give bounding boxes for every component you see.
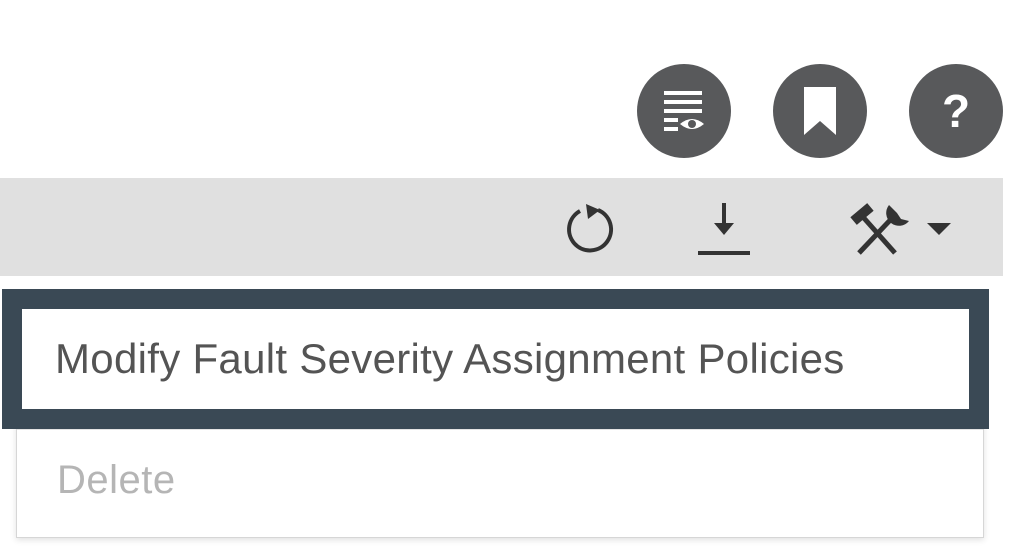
menu-item-delete[interactable]: Delete — [17, 429, 983, 538]
download-icon — [698, 203, 750, 255]
refresh-icon — [567, 204, 613, 253]
list-view-icon — [664, 91, 704, 131]
menu-item-label: Delete — [57, 458, 176, 502]
download-button[interactable] — [688, 178, 760, 276]
menu-item-label: Modify Fault Severity Assignment Policie… — [55, 335, 845, 382]
table-toolbar — [0, 178, 1003, 276]
tools-icon — [850, 203, 909, 255]
view-options-button[interactable] — [637, 64, 731, 158]
highlight-callout: Modify Fault Severity Assignment Policie… — [2, 289, 989, 429]
refresh-button[interactable] — [552, 178, 624, 276]
bookmark-icon — [804, 87, 836, 135]
chevron-down-icon — [927, 223, 951, 235]
menu-item-modify-policies[interactable]: Modify Fault Severity Assignment Policie… — [22, 309, 969, 409]
help-icon: ? — [941, 85, 971, 137]
help-button[interactable]: ? — [909, 64, 1003, 158]
screen: ? Delete Modify Fault Severity Assignmen… — [0, 0, 1024, 552]
bookmark-button[interactable] — [773, 64, 867, 158]
tools-dropdown-button[interactable] — [838, 178, 958, 276]
